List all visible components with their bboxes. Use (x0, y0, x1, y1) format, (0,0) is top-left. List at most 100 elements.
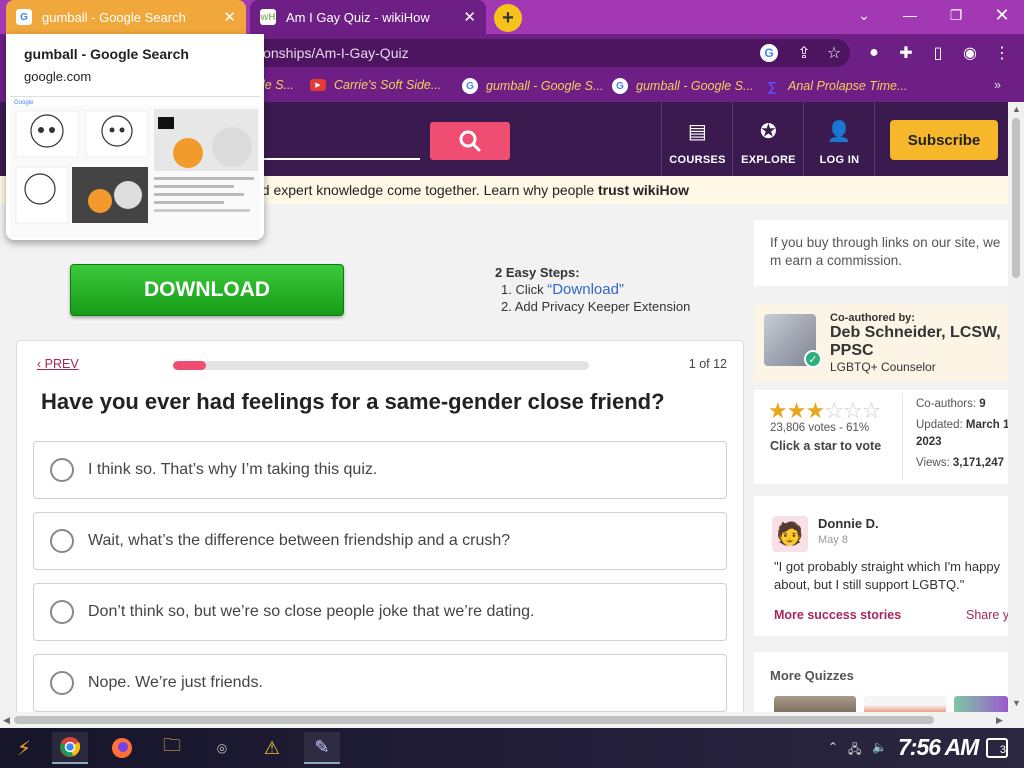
paint-app-icon[interactable]: ✎ (304, 732, 340, 764)
minimize-button[interactable]: — (886, 0, 934, 30)
answer-label: Don’t think so, but we’re so close peopl… (88, 603, 535, 620)
radio-button[interactable] (50, 529, 74, 553)
courses-icon: ▤ (687, 121, 708, 143)
divider (902, 394, 903, 480)
tab-search-icon[interactable]: ⌄ (840, 0, 888, 30)
start-icon[interactable]: ⚡ (6, 732, 42, 764)
bookmark-item[interactable]: ▶ Carrie's Soft Side... (310, 78, 441, 92)
star-empty-icon[interactable]: ☆ (862, 398, 882, 423)
answer-option[interactable]: Wait, what’s the difference between frie… (33, 512, 727, 570)
author-name[interactable]: Deb Schneider, LCSW, PPSC (830, 324, 1010, 360)
download-button[interactable]: DOWNLOAD (70, 264, 344, 316)
sidebar-icon[interactable]: ▯ (928, 43, 948, 63)
clock[interactable]: 7:56 AM (898, 734, 979, 761)
search-input[interactable] (264, 158, 420, 160)
close-icon[interactable]: ✕ (463, 8, 476, 26)
tab-google-search[interactable]: G gumball - Google Search ✕ (6, 0, 246, 34)
close-window-button[interactable]: ✕ (978, 0, 1024, 30)
star-icon[interactable]: ★ (787, 398, 807, 423)
share-story-link[interactable]: Share y (966, 608, 1009, 622)
tab-strip: G gumball - Google Search ✕ wH Am I Gay … (0, 0, 1024, 34)
vertical-scrollbar[interactable]: ▲ ▼ (1008, 102, 1024, 712)
scroll-up-icon[interactable]: ▲ (1012, 104, 1021, 114)
prev-button[interactable]: ‹ PREV (37, 357, 79, 371)
puzzle-icon[interactable]: ✚ (896, 43, 916, 63)
volume-icon[interactable]: 🔈 (872, 740, 887, 754)
google-lens-icon[interactable]: G (760, 44, 778, 62)
bookmark-item[interactable]: le S... (262, 78, 294, 92)
firefox-icon[interactable] (104, 732, 140, 764)
trust-link[interactable]: trust wikiHow (598, 182, 689, 198)
download-steps: 2 Easy Steps: 1. Click “Download” 2. Add… (495, 264, 690, 315)
radio-button[interactable] (50, 600, 74, 624)
profile-icon[interactable]: ◉ (960, 43, 980, 63)
updated-date: Updated: March 1 (916, 419, 1009, 431)
nav-courses[interactable]: ▤ COURSES (661, 102, 733, 176)
meta-value: 3,171,247 (952, 457, 1005, 469)
question-text: Have you ever had feelings for a same-ge… (41, 389, 665, 414)
notification-count: 3 (999, 744, 1006, 756)
extension-avatar-icon[interactable]: ● (864, 43, 884, 63)
hover-card-domain: google.com (24, 69, 92, 84)
nav-label: EXPLORE (741, 154, 796, 166)
meta-value[interactable]: 9 (979, 398, 985, 410)
file-explorer-icon[interactable]: 🗀 (154, 732, 190, 764)
meta-label: Views: (916, 457, 953, 469)
star-icon[interactable]: ☆ (824, 43, 844, 63)
story-author: Donnie D. (818, 516, 879, 531)
warning-app-icon[interactable]: ⚠ (254, 732, 290, 764)
trust-text: nd expert knowledge come together. Learn… (254, 182, 599, 198)
search-button[interactable] (430, 122, 510, 160)
google-icon: G (612, 78, 628, 94)
answer-option[interactable]: Don’t think so, but we’re so close peopl… (33, 583, 727, 641)
bookmark-label: Anal Prolapse Time... (788, 79, 908, 93)
tab-wikihow[interactable]: wH Am I Gay Quiz - wikiHow ✕ (250, 0, 486, 34)
scroll-left-icon[interactable]: ◀ (3, 715, 10, 726)
more-stories-link[interactable]: More success stories (774, 608, 901, 622)
network-icon[interactable]: 🖧 (848, 740, 861, 761)
bookmark-item[interactable]: G gumball - Google S... (612, 78, 753, 94)
meta-value: March 1 (965, 419, 1010, 431)
url-text: ionships/Am-I-Gay-Quiz (260, 45, 409, 61)
coauthored-label: Co-authored by: (830, 312, 915, 324)
chrome-icon[interactable] (52, 732, 88, 764)
share-icon[interactable]: ⇪ (794, 43, 814, 63)
bookmark-label: le S... (262, 78, 294, 92)
star-icon[interactable]: ★ (768, 398, 788, 423)
scrollbar-thumb[interactable] (14, 716, 934, 724)
notification-icon[interactable]: 3 (986, 738, 1008, 758)
wikihow-icon: wH (260, 9, 276, 25)
app-icon[interactable]: ◎ (204, 732, 240, 764)
author-card: ✓ Co-authored by: Deb Schneider, LCSW, P… (754, 304, 1008, 382)
more-bookmarks-icon[interactable]: » (994, 78, 1001, 92)
scroll-right-icon[interactable]: ▶ (996, 715, 1003, 726)
star-empty-icon[interactable]: ☆ (824, 398, 844, 423)
answer-option[interactable]: I think so. That’s why I’m taking this q… (33, 441, 727, 499)
star-rating[interactable]: ★★★☆☆☆ (768, 398, 882, 424)
story-quote: "I got probably straight which I'm happy… (774, 559, 1001, 592)
nav-login[interactable]: 👤 LOG IN (803, 102, 875, 176)
more-quizzes-title: More Quizzes (770, 668, 854, 683)
radio-button[interactable] (50, 458, 74, 482)
answer-option[interactable]: Nope. We’re just friends. (33, 654, 727, 712)
youtube-icon: ▶ (310, 79, 326, 91)
horizontal-scrollbar[interactable]: ◀ ▶ (0, 712, 1008, 728)
scrollbar-thumb[interactable] (1012, 118, 1020, 278)
menu-icon[interactable]: ⋮ (992, 43, 1012, 63)
radio-button[interactable] (50, 671, 74, 695)
scroll-down-icon[interactable]: ▼ (1012, 698, 1021, 708)
nav-explore[interactable]: ✪ EXPLORE (732, 102, 804, 176)
firefox-logo (112, 738, 132, 758)
bookmark-item[interactable]: ∑ Anal Prolapse Time... (764, 78, 907, 94)
bookmark-item[interactable]: G gumball - Google S... (462, 78, 603, 94)
subscribe-button[interactable]: Subscribe (890, 120, 998, 160)
restore-button[interactable]: ❐ (932, 0, 980, 30)
meta-value: 2023 (916, 436, 942, 448)
download-link[interactable]: “Download” (547, 281, 624, 298)
chrome-logo (60, 737, 81, 757)
star-icon[interactable]: ★ (805, 398, 825, 423)
star-empty-icon[interactable]: ☆ (843, 398, 863, 423)
tray-chevron-icon[interactable]: ⌃ (828, 740, 838, 754)
new-tab-button[interactable]: + (494, 4, 522, 32)
close-icon[interactable]: ✕ (223, 8, 236, 26)
